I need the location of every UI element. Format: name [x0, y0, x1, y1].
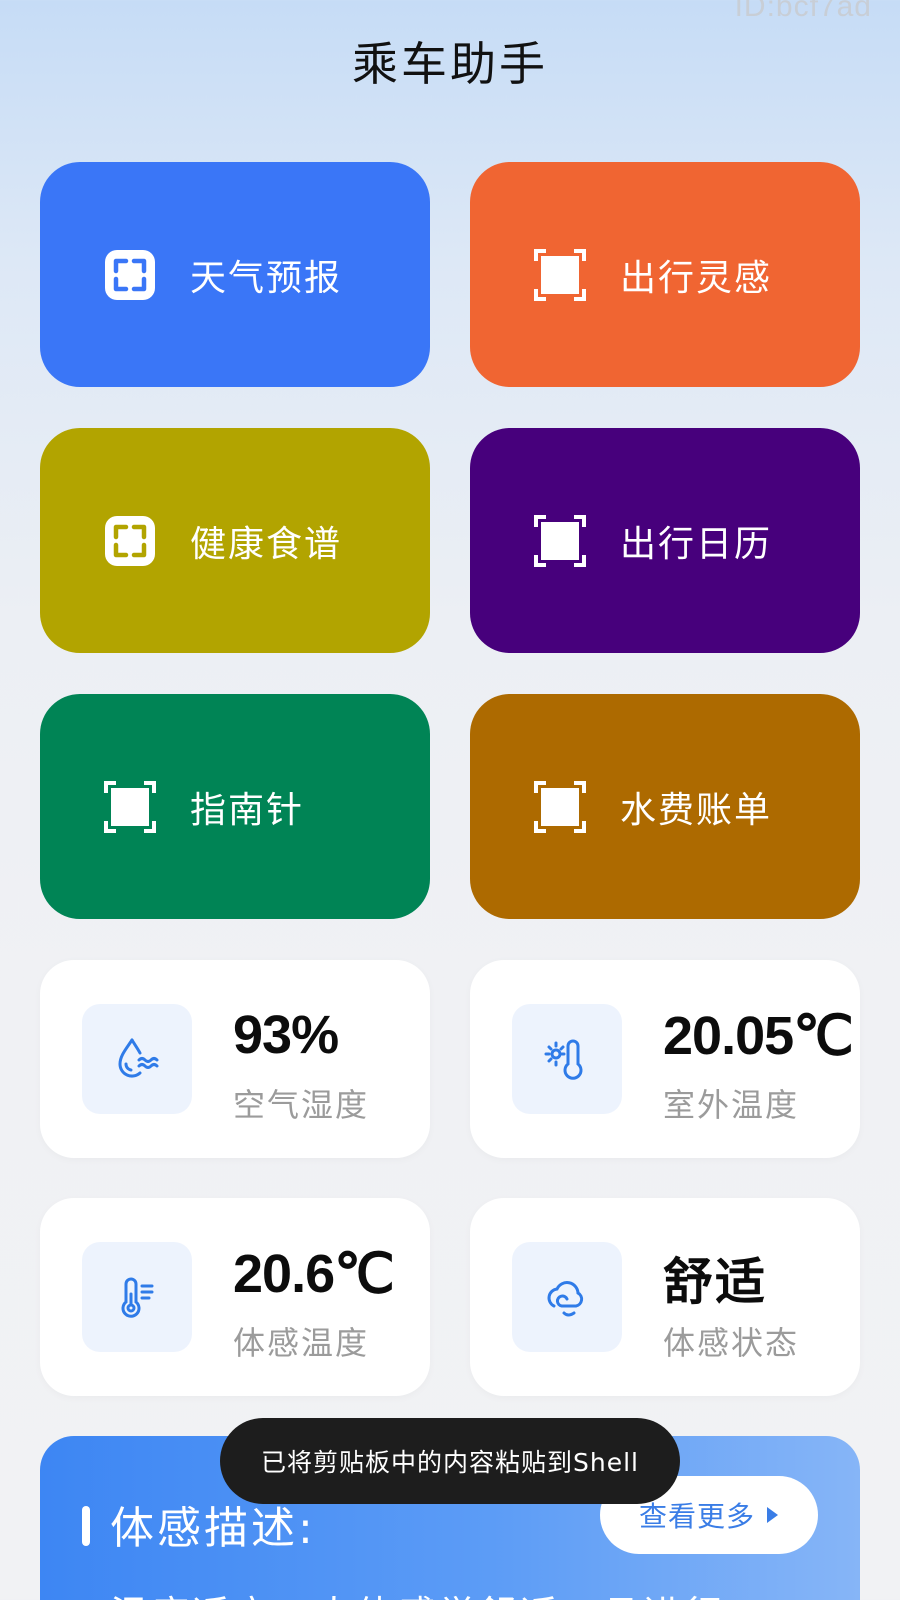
square-frame-icon [534, 514, 586, 567]
card-outdoor-temperature: 20.05℃ 室外温度 [470, 960, 860, 1158]
watermark: ID:bcf7ad [734, 0, 872, 23]
comfort-cloud-icon [512, 1242, 622, 1352]
title-accent-bar [82, 1506, 90, 1546]
scan-frame-icon [104, 249, 156, 301]
card-comfort-status: 舒适 体感状态 [470, 1198, 860, 1396]
tile-label: 健康食谱 [190, 523, 343, 565]
tile-label: 水费账单 [620, 789, 773, 831]
outdoor-temperature-icon [512, 1004, 622, 1114]
description-text: 温度适宜，人体感觉舒适，且进行 [110, 1584, 725, 1600]
tile-weather-forecast[interactable]: 天气预报 [40, 162, 430, 387]
tile-health-recipes[interactable]: 健康食谱 [40, 428, 430, 653]
tile-label: 指南针 [190, 789, 305, 831]
card-feels-like-temperature: 20.6℃ 体感温度 [40, 1198, 430, 1396]
square-frame-icon [534, 780, 586, 833]
feels-like-temperature-label: 体感温度 [233, 1324, 370, 1362]
feels-like-temperature-value: 20.6℃ [233, 1244, 395, 1304]
tile-water-bill[interactable]: 水费账单 [470, 694, 860, 919]
tile-travel-inspiration[interactable]: 出行灵感 [470, 162, 860, 387]
tile-label: 出行日历 [620, 523, 773, 565]
comfort-status-label: 体感状态 [663, 1324, 800, 1362]
square-frame-icon [104, 780, 156, 833]
tile-compass[interactable]: 指南针 [40, 694, 430, 919]
card-air-humidity: 93% 空气湿度 [40, 960, 430, 1158]
comfort-status-value: 舒适 [663, 1253, 767, 1311]
caret-right-icon [765, 1506, 779, 1524]
tile-label: 出行灵感 [620, 257, 773, 299]
tile-label: 天气预报 [190, 257, 343, 299]
scan-frame-icon [104, 515, 156, 567]
view-more-label: 查看更多 [638, 1500, 755, 1533]
tile-travel-calendar[interactable]: 出行日历 [470, 428, 860, 653]
outdoor-temperature-value: 20.05℃ [663, 1006, 854, 1066]
humidity-label: 空气湿度 [233, 1086, 370, 1124]
page-title: 乘车助手 [352, 37, 548, 91]
humidity-value: 93% [233, 1005, 339, 1065]
thermometer-icon [82, 1242, 192, 1352]
clipboard-toast: 已将剪贴板中的内容粘贴到Shell [220, 1418, 680, 1504]
square-frame-icon [534, 248, 586, 301]
humidity-icon [82, 1004, 192, 1114]
outdoor-temperature-label: 室外温度 [663, 1086, 800, 1124]
